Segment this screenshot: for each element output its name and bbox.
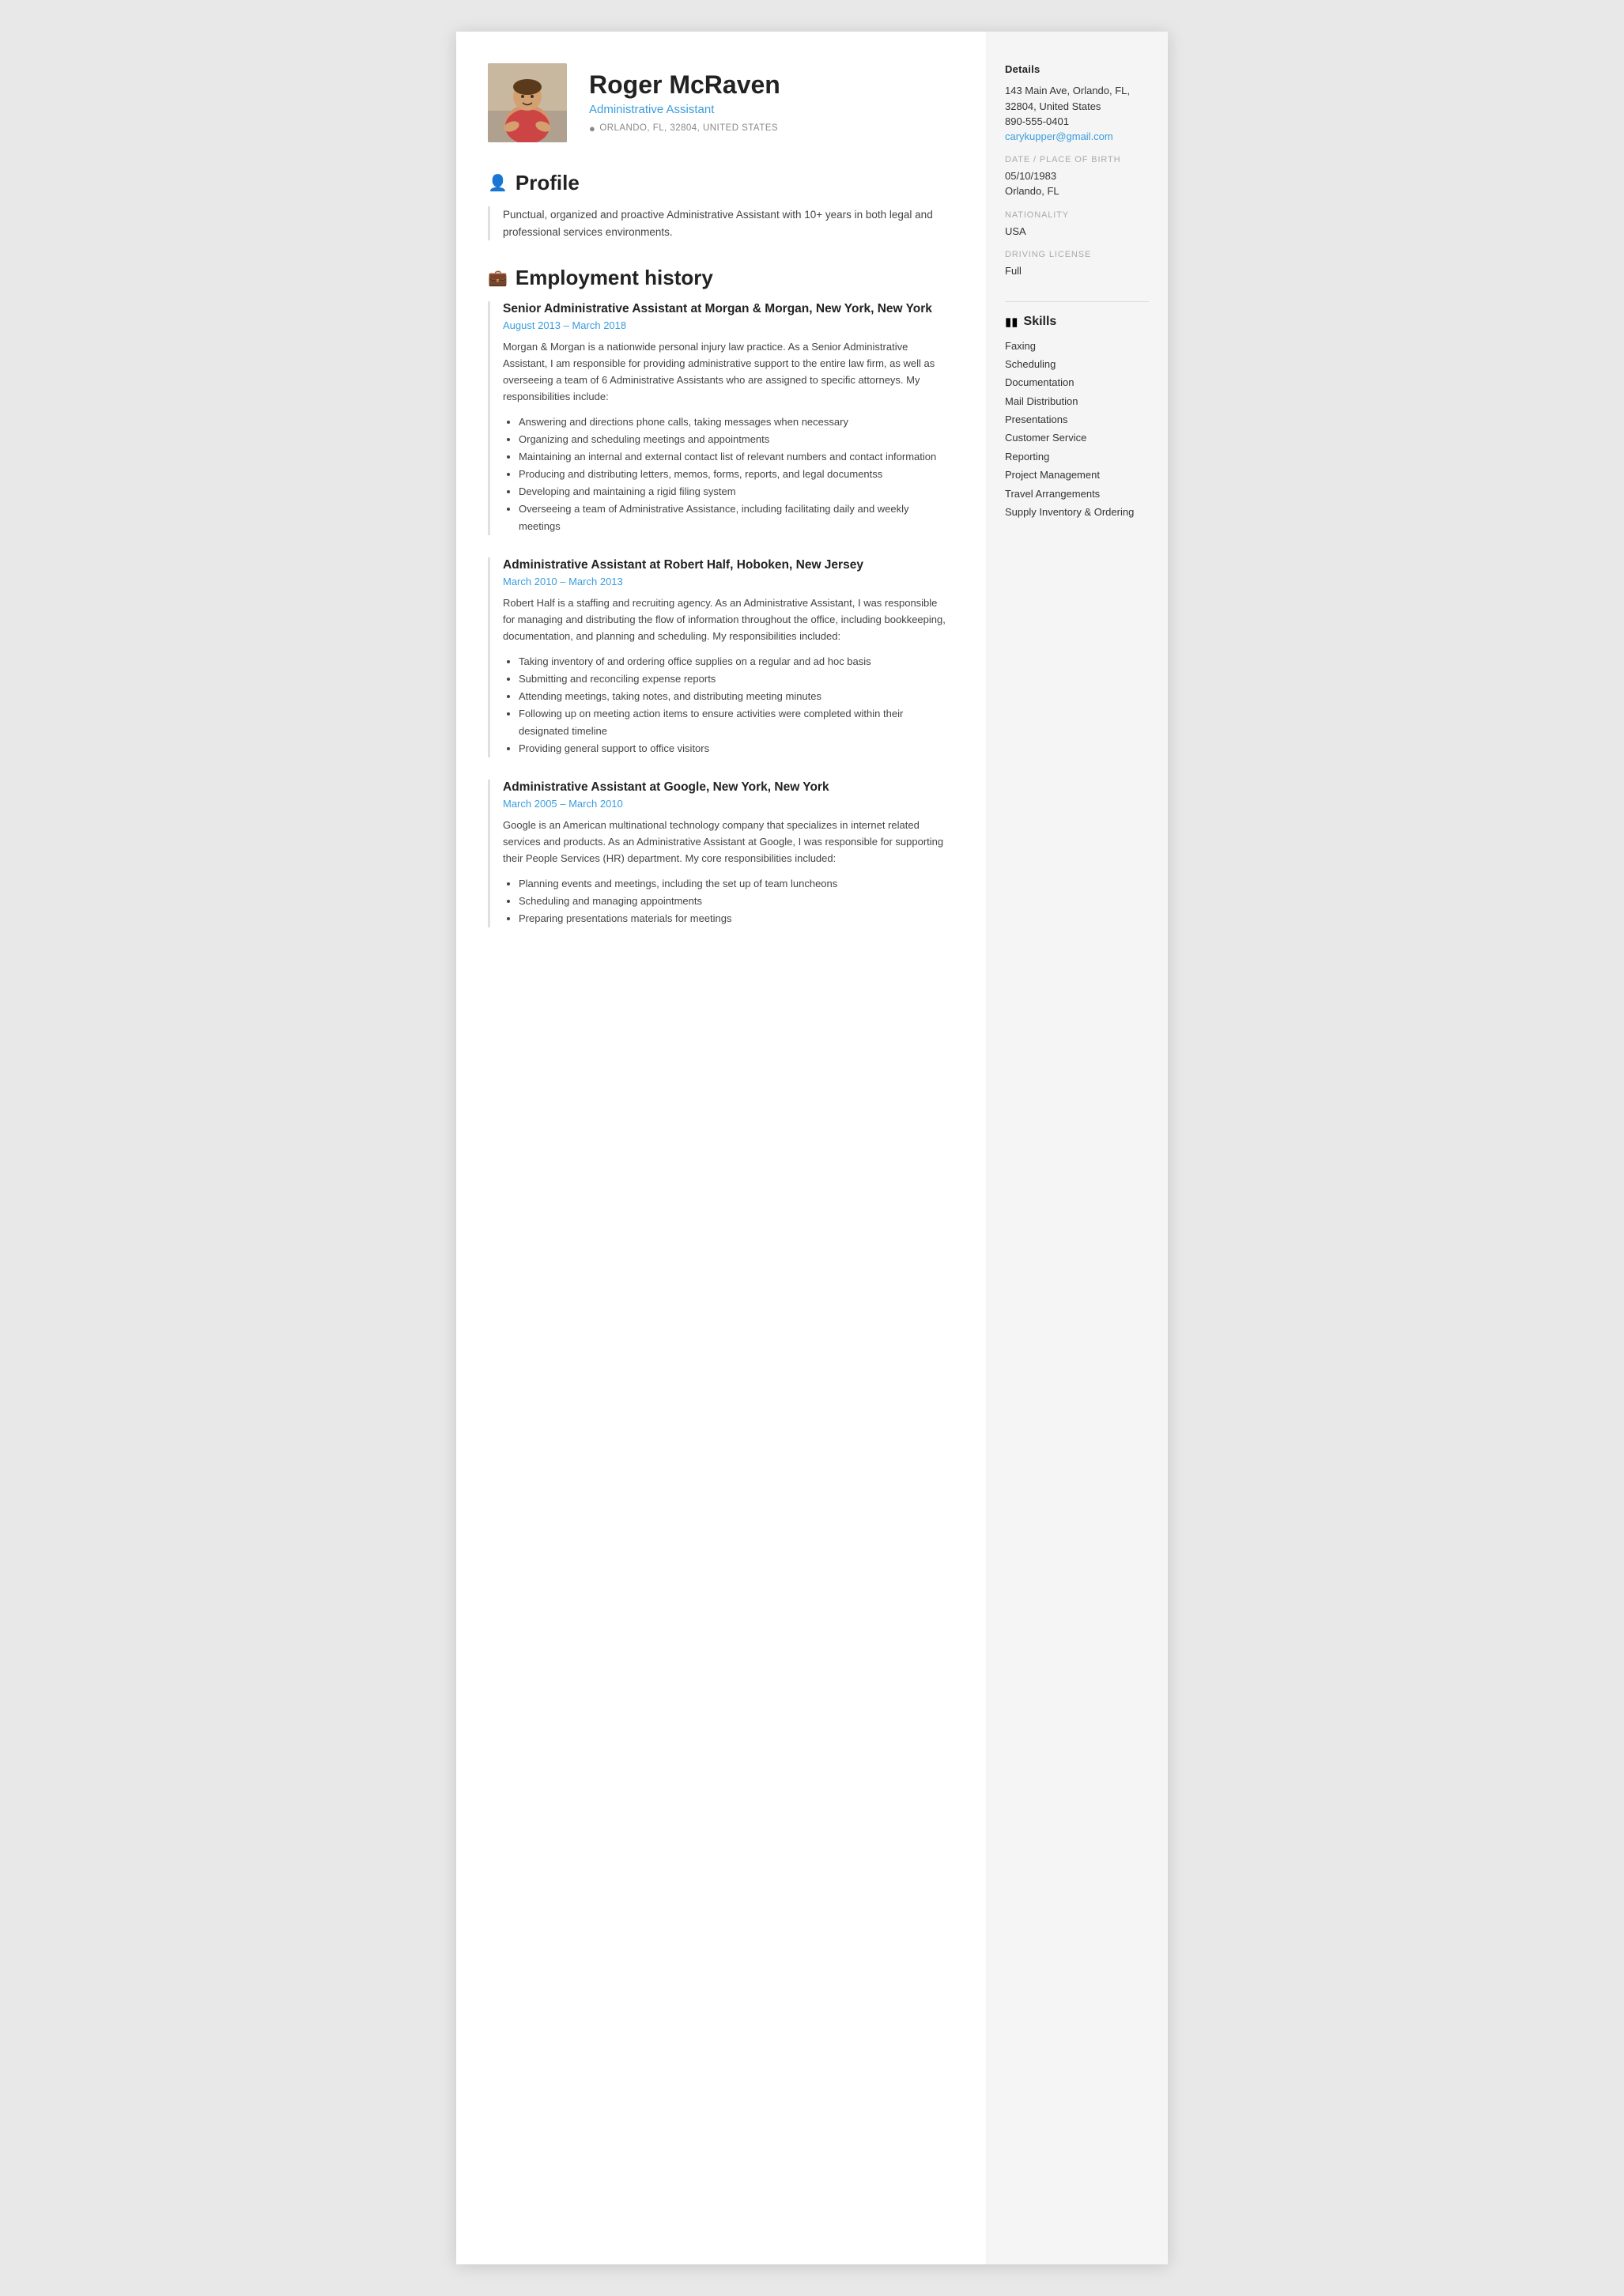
sidebar-driving: Full [1005, 263, 1149, 279]
details-title: Details [1005, 63, 1149, 75]
job-bullets-1: Answering and directions phone calls, ta… [519, 414, 951, 536]
employment-icon: 💼 [488, 268, 508, 288]
skill-item: Faxing [1005, 337, 1149, 355]
sidebar-nationality: USA [1005, 224, 1149, 240]
list-item: Planning events and meetings, including … [519, 875, 951, 893]
sidebar-skills-section: ▮▮ Skills Faxing Scheduling Documentatio… [1005, 315, 1149, 522]
list-item: Producing and distributing letters, memo… [519, 466, 951, 483]
skill-item: Reporting [1005, 447, 1149, 466]
skill-item: Supply Inventory & Ordering [1005, 503, 1149, 521]
profile-icon: 👤 [488, 173, 508, 193]
location-icon: ● [589, 123, 595, 134]
header-info: Roger McRaven Administrative Assistant ●… [589, 71, 780, 134]
list-item: Preparing presentations materials for me… [519, 910, 951, 927]
profile-title: Profile [516, 171, 580, 195]
skill-item: Project Management [1005, 466, 1149, 484]
skills-icon: ▮▮ [1005, 315, 1018, 329]
nationality-label: NATIONALITY [1005, 210, 1149, 220]
sidebar-dob: 05/10/1983 Orlando, FL [1005, 168, 1149, 199]
skills-header: ▮▮ Skills [1005, 315, 1149, 329]
profile-section: 👤 Profile Punctual, organized and proact… [488, 171, 951, 240]
job-desc-3: Google is an American multinational tech… [503, 818, 951, 867]
employment-section: 💼 Employment history Senior Administrati… [488, 266, 951, 927]
job-bullets-2: Taking inventory of and ordering office … [519, 653, 951, 758]
profile-section-header: 👤 Profile [488, 171, 951, 195]
list-item: Organizing and scheduling meetings and a… [519, 431, 951, 448]
sidebar: Details 143 Main Ave, Orlando, FL, 32804… [986, 32, 1168, 2264]
candidate-location: ● ORLANDO, FL, 32804, UNITED STATES [589, 123, 780, 134]
list-item: Taking inventory of and ordering office … [519, 653, 951, 670]
job-title-2: Administrative Assistant at Robert Half,… [503, 557, 951, 573]
skills-title: Skills [1024, 315, 1057, 329]
dob-label: DATE / PLACE OF BIRTH [1005, 155, 1149, 164]
list-item: Submitting and reconciling expense repor… [519, 670, 951, 688]
resume-container: Roger McRaven Administrative Assistant ●… [456, 32, 1168, 2264]
sidebar-email[interactable]: carykupper@gmail.com [1005, 130, 1113, 142]
job-bullets-3: Planning events and meetings, including … [519, 875, 951, 927]
list-item: Providing general support to office visi… [519, 740, 951, 757]
driving-label: DRIVING LICENSE [1005, 250, 1149, 259]
job-title-3: Administrative Assistant at Google, New … [503, 780, 951, 795]
skill-item: Presentations [1005, 410, 1149, 429]
main-content: Roger McRaven Administrative Assistant ●… [456, 32, 986, 2264]
skill-item: Documentation [1005, 373, 1149, 391]
job-desc-1: Morgan & Morgan is a nationwide personal… [503, 339, 951, 405]
job-dates-2: March 2010 – March 2013 [503, 576, 951, 587]
job-dates-3: March 2005 – March 2010 [503, 798, 951, 810]
job-desc-2: Robert Half is a staffing and recruiting… [503, 595, 951, 644]
header: Roger McRaven Administrative Assistant ●… [488, 63, 951, 142]
candidate-name: Roger McRaven [589, 71, 780, 99]
list-item: Maintaining an internal and external con… [519, 448, 951, 466]
job-entry-1: Senior Administrative Assistant at Morga… [488, 301, 951, 535]
job-entry-2: Administrative Assistant at Robert Half,… [488, 557, 951, 757]
list-item: Following up on meeting action items to … [519, 705, 951, 740]
job-dates-1: August 2013 – March 2018 [503, 319, 951, 331]
list-item: Overseeing a team of Administrative Assi… [519, 500, 951, 535]
sidebar-address: 143 Main Ave, Orlando, FL, 32804, United… [1005, 83, 1149, 114]
skill-item: Scheduling [1005, 355, 1149, 373]
sidebar-details-section: Details 143 Main Ave, Orlando, FL, 32804… [1005, 63, 1149, 279]
list-item: Developing and maintaining a rigid filin… [519, 483, 951, 500]
employment-title: Employment history [516, 266, 713, 290]
job-entry-3: Administrative Assistant at Google, New … [488, 780, 951, 927]
candidate-title: Administrative Assistant [589, 103, 780, 116]
sidebar-phone: 890-555-0401 [1005, 114, 1149, 130]
list-item: Scheduling and managing appointments [519, 893, 951, 910]
profile-text: Punctual, organized and proactive Admini… [503, 206, 951, 240]
list-item: Answering and directions phone calls, ta… [519, 414, 951, 431]
avatar [488, 63, 567, 142]
skill-item: Customer Service [1005, 429, 1149, 447]
profile-body: Punctual, organized and proactive Admini… [488, 206, 951, 240]
employment-section-header: 💼 Employment history [488, 266, 951, 290]
list-item: Attending meetings, taking notes, and di… [519, 688, 951, 705]
sidebar-divider [1005, 301, 1149, 302]
job-title-1: Senior Administrative Assistant at Morga… [503, 301, 951, 317]
skill-item: Travel Arrangements [1005, 485, 1149, 503]
skill-item: Mail Distribution [1005, 392, 1149, 410]
